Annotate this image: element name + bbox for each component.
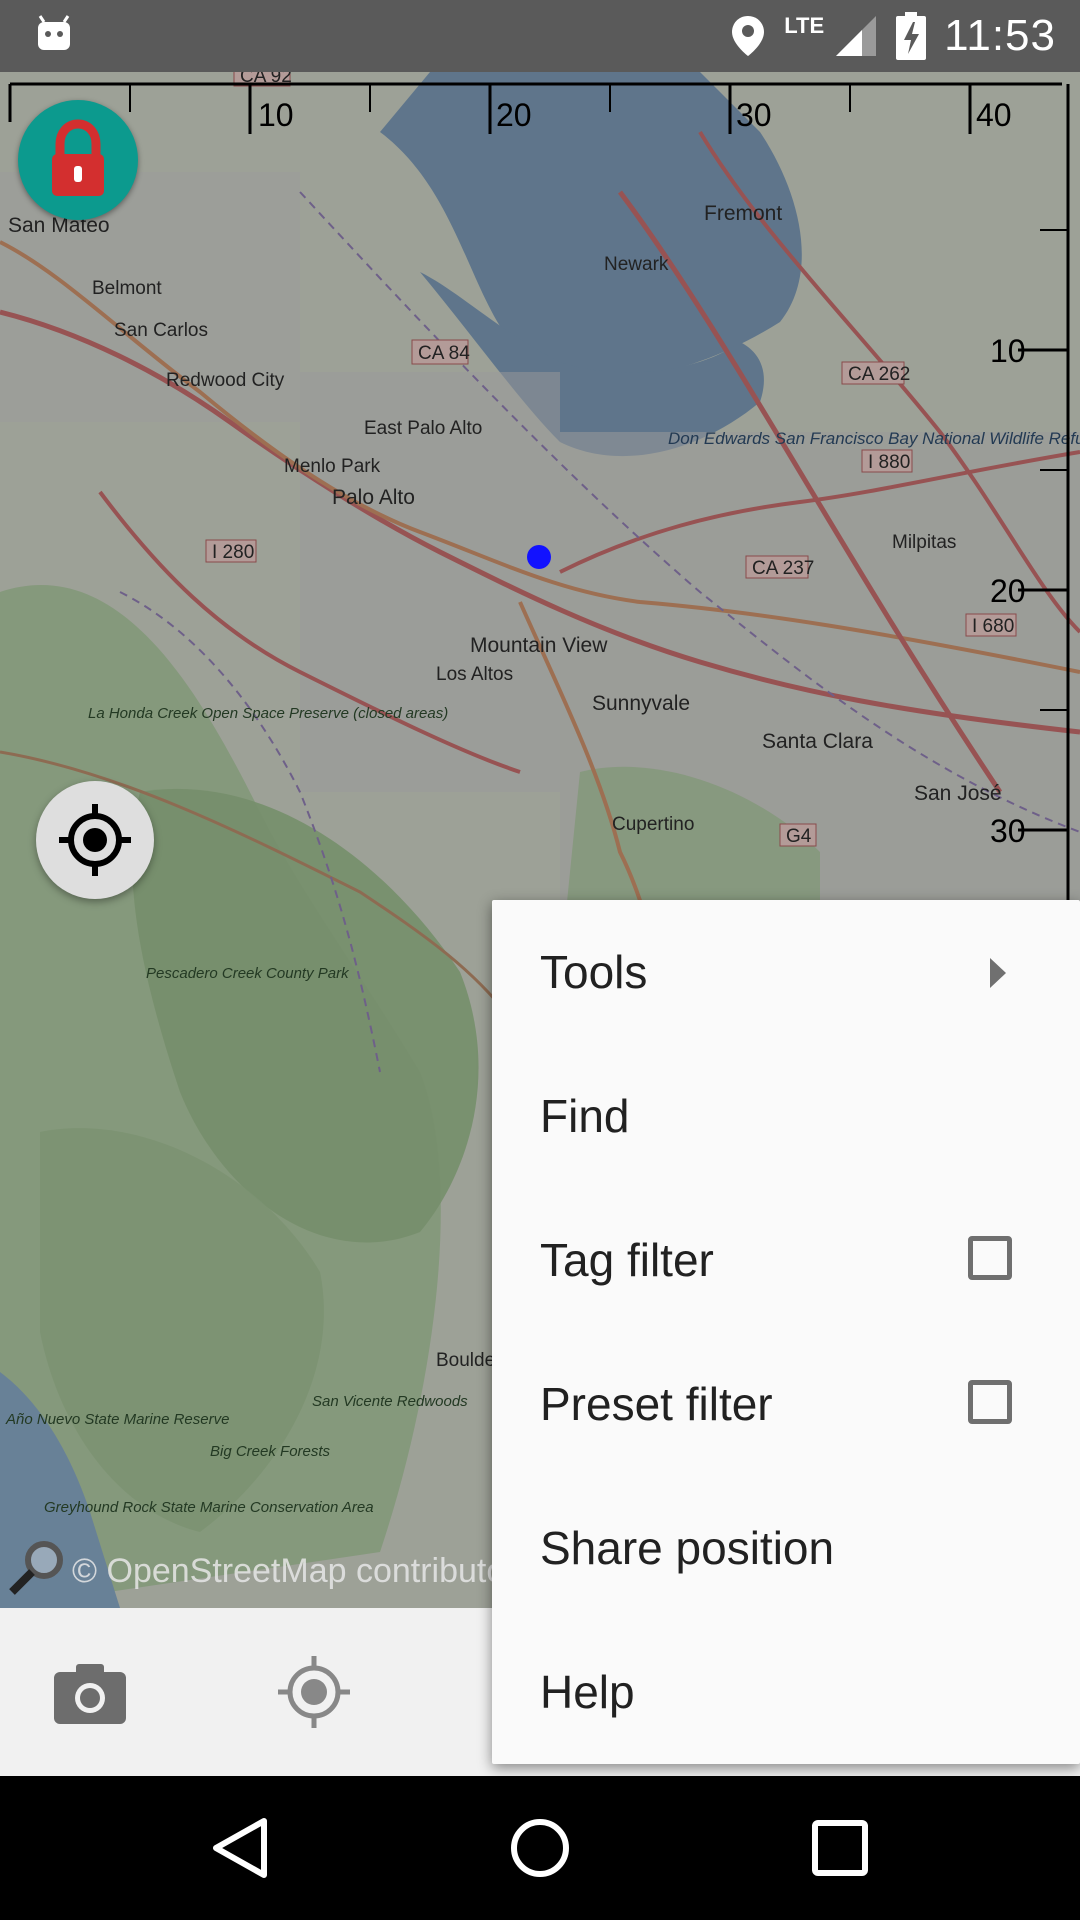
map-label-ano-nuevo: Año Nuevo State Marine Reserve [5,1411,229,1428]
submenu-arrow-icon [990,958,1006,988]
gps-follow-icon[interactable] [272,1650,356,1734]
map-label-san-carlos: San Carlos [114,320,208,341]
menu-item-label: Share position [540,1522,835,1574]
menu-item-label: Preset filter [540,1378,773,1430]
camera-icon[interactable] [48,1652,132,1736]
scale-top-label-40: 40 [976,97,1012,133]
preset-filter-checkbox[interactable] [968,1380,1012,1424]
road-shield-ca262: CA 262 [841,361,910,385]
network-type-label: LTE [784,13,825,38]
map-label-santa-clara: Santa Clara [762,730,873,753]
map-label-sunnyvale: Sunnyvale [592,692,690,715]
menu-item-label: Tools [540,946,648,998]
svg-text:I 880: I 880 [868,452,910,473]
map-label-greyhound-rock: Greyhound Rock State Marine Conservation… [44,1499,374,1516]
menu-item-label: Tag filter [540,1234,714,1286]
magnifier-icon[interactable] [6,1534,70,1598]
map-label-big-creek: Big Creek Forests [210,1443,331,1460]
back-icon[interactable] [206,1813,276,1883]
recents-icon[interactable] [805,1813,875,1883]
road-shield-ca84: CA 84 [411,339,470,365]
lock-icon [52,119,104,196]
scale-top-label-10: 10 [258,97,294,133]
map-label-newark: Newark [604,254,669,275]
current-location-dot [527,545,551,569]
road-shield-i680: I 680 [965,613,1017,637]
map-label-palo-alto: Palo Alto [332,486,415,509]
scale-top-label-30: 30 [736,97,772,133]
map-label-belmont: Belmont [92,278,162,299]
map-label-east-palo-alto: East Palo Alto [364,418,482,439]
map-label-milpitas: Milpitas [892,532,956,553]
road-shield-g4: G4 [779,823,817,847]
home-icon[interactable] [505,1813,575,1883]
overflow-menu: Tools Find Tag filter Preset filter Shar… [492,900,1080,1764]
svg-text:I 280: I 280 [212,542,254,563]
map-label-menlo-park: Menlo Park [284,456,381,477]
map-label-redwood-city: Redwood City [166,370,285,391]
map-label-san-jose: San José [914,782,1002,805]
map-attribution: © OpenStreetMap contributors [72,1552,534,1590]
menu-item-tag-filter[interactable]: Tag filter [492,1188,1080,1332]
menu-item-label: Find [540,1090,630,1142]
menu-item-preset-filter[interactable]: Preset filter [492,1332,1080,1476]
svg-text:CA 237: CA 237 [752,558,814,579]
status-bar: LTE 11:53 [0,0,1080,72]
status-time: 11:53 [944,11,1056,60]
scale-right-label-30: 30 [990,813,1026,849]
map-label-la-honda: La Honda Creek Open Space Preserve (clos… [88,705,448,722]
map-label-fremont: Fremont [704,202,782,225]
map-label-los-altos: Los Altos [436,664,513,685]
scale-right-label-20: 20 [990,573,1026,609]
menu-item-tools[interactable]: Tools [492,900,1080,1044]
lock-button[interactable] [18,100,138,220]
map-label-pescadero: Pescadero Creek County Park [146,965,350,982]
road-shield-i880: I 880 [861,449,913,473]
road-shield-ca237: CA 237 [745,555,814,579]
road-shield-i280: I 280 [205,539,257,563]
menu-item-help[interactable]: Help [492,1620,1080,1764]
menu-item-label: Help [540,1666,635,1718]
menu-item-share-position[interactable]: Share position [492,1476,1080,1620]
android-icon [38,15,70,50]
map-label-mountain-view: Mountain View [470,634,608,657]
navigation-bar [0,1776,1080,1920]
map-label-cupertino: Cupertino [612,814,694,835]
map-label-don-edwards: Don Edwards San Francisco Bay National W… [668,429,1080,448]
cell-signal-icon [836,16,877,56]
gps-follow-button[interactable] [36,781,154,899]
scale-right-label-10: 10 [990,333,1026,369]
battery-charging-icon [896,12,927,60]
svg-text:CA 262: CA 262 [848,364,910,385]
tag-filter-checkbox[interactable] [968,1236,1012,1280]
map-label-san-vicente: San Vicente Redwoods [312,1393,468,1410]
scale-top-label-20: 20 [496,97,532,133]
menu-item-find[interactable]: Find [492,1044,1080,1188]
svg-text:I 680: I 680 [972,616,1014,637]
gps-crosshair-icon [59,804,131,876]
svg-text:G4: G4 [786,826,812,847]
svg-text:CA 84: CA 84 [418,343,470,364]
location-pin-icon [732,16,765,56]
